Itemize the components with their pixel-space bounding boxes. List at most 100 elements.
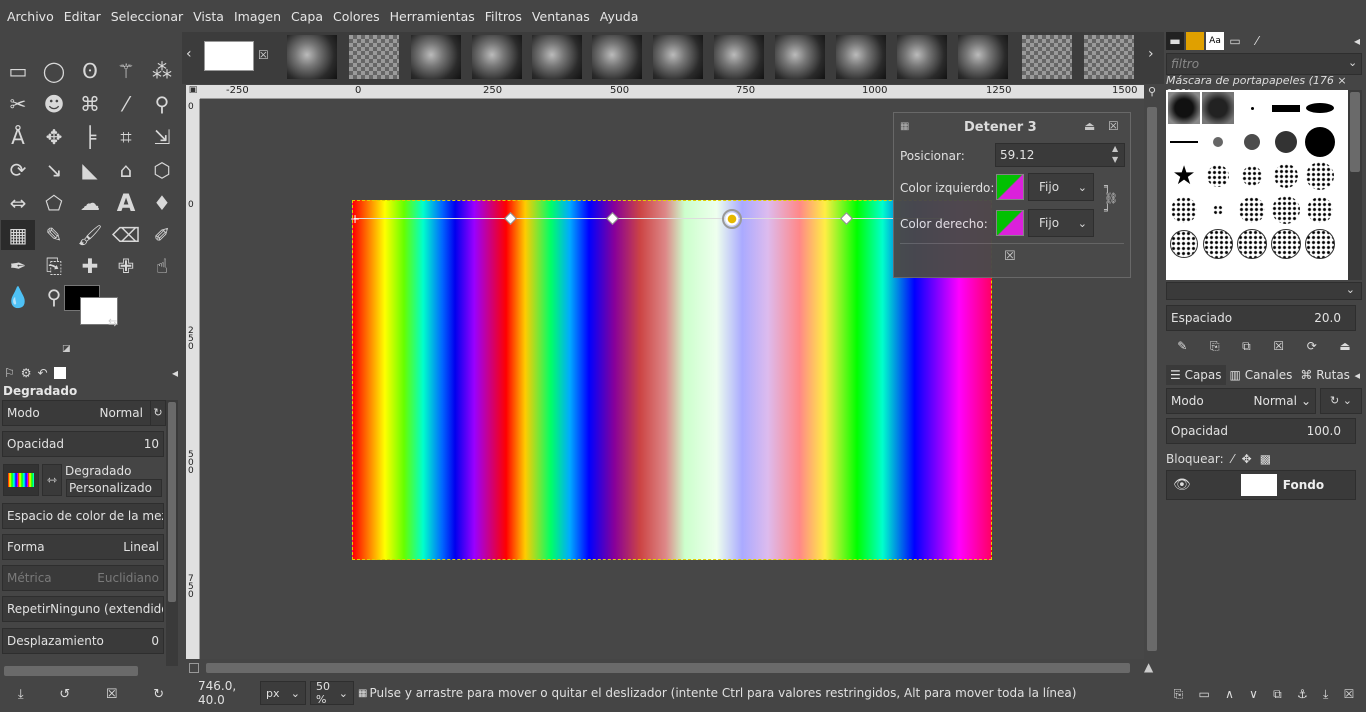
image-thumb[interactable] [1084, 35, 1134, 79]
shape-row[interactable]: Forma Lineal [2, 534, 164, 560]
offset-row[interactable]: Desplazamiento 0 [2, 628, 164, 654]
brush-item[interactable] [1236, 92, 1268, 124]
menu-ventanas[interactable]: Ventanas [527, 9, 595, 24]
right-mode-select[interactable]: Fijo ⌄ [1028, 209, 1094, 237]
menu-editar[interactable]: Editar [59, 9, 106, 24]
gradient-preview[interactable] [3, 464, 39, 496]
image-thumb[interactable] [349, 35, 399, 79]
image-thumb[interactable] [1022, 35, 1072, 79]
brush-item[interactable] [1168, 194, 1200, 226]
brush-item[interactable] [1270, 228, 1302, 260]
fonts-tab-icon[interactable]: Aa [1206, 32, 1224, 50]
ink-icon[interactable]: ✒ [1, 251, 35, 281]
brush-item[interactable] [1304, 92, 1336, 124]
brush-item[interactable] [1202, 126, 1234, 158]
brushes-tab-icon[interactable]: ▬ [1166, 32, 1184, 50]
left-color-swatch[interactable] [996, 174, 1024, 200]
blend-space-row[interactable]: Espacio de color de la mezcla ... [2, 503, 164, 529]
perspective-clone-icon[interactable]: ✙ [109, 251, 143, 281]
tabs-left-arrow-icon[interactable]: ‹ [186, 46, 192, 62]
image-thumb[interactable] [653, 35, 703, 79]
delete-preset-icon[interactable]: ☒ [106, 687, 118, 702]
reset-mode-icon[interactable]: ↻ [150, 400, 166, 426]
tab-rutas[interactable]: ⌘ Rutas [1296, 365, 1354, 385]
menu-filtros[interactable]: Filtros [480, 9, 527, 24]
shape-value[interactable]: Lineal [123, 540, 159, 554]
zoom-icon[interactable]: ⚲ [145, 89, 179, 119]
clone-icon[interactable]: ⎘ [37, 251, 71, 281]
anchor-layer-icon[interactable]: ⚓ [1297, 687, 1308, 701]
open-brush-icon[interactable]: ⏏ [1339, 339, 1350, 353]
menu-ayuda[interactable]: Ayuda [595, 9, 644, 24]
lower-layer-icon[interactable]: ∨ [1249, 687, 1258, 701]
brush-item[interactable] [1168, 126, 1200, 158]
mode-row[interactable]: Modo Normal ⌄ [2, 400, 164, 426]
paintbrush-icon[interactable]: 🖌 [73, 220, 107, 250]
align-icon[interactable]: ╞ [73, 122, 107, 152]
brush-clipboard-image[interactable] [1202, 92, 1234, 124]
brush-item[interactable] [1168, 228, 1200, 260]
layer-composite-icon[interactable]: ↻ ⌄ [1320, 388, 1362, 414]
handle-transform-icon[interactable]: ⇔ [1, 188, 35, 218]
navigate-icon[interactable]: ▲ [1144, 660, 1153, 674]
brush-item[interactable] [1304, 126, 1336, 158]
airbrush-icon[interactable]: ✐ [145, 220, 179, 250]
move-icon[interactable]: ✥ [37, 122, 71, 152]
spin-arrows-icon[interactable]: ▲ ▼ [1112, 143, 1118, 165]
brush-item[interactable] [1236, 194, 1268, 226]
gradient-line[interactable] [354, 218, 944, 219]
chevron-down-icon[interactable]: ⌄ [1348, 56, 1357, 69]
tab-canales[interactable]: ▥ Canales [1226, 365, 1297, 385]
brush-item[interactable] [1202, 194, 1234, 226]
scissors-icon[interactable]: ✂ [1, 89, 35, 119]
vertical-scrollbar[interactable] [1144, 99, 1160, 659]
image-thumb[interactable] [532, 35, 582, 79]
horizontal-ruler[interactable]: -250 0 250 500 750 1000 1250 1500 [200, 85, 1144, 99]
close-icon[interactable]: ☒ [1108, 119, 1119, 133]
undo-history-tab-icon[interactable]: ↶ [38, 366, 48, 380]
brush-item[interactable] [1270, 92, 1302, 124]
paths-icon[interactable]: ⌘ [73, 89, 107, 119]
measure-icon[interactable]: Å [1, 122, 35, 152]
menu-herramientas[interactable]: Herramientas [385, 9, 480, 24]
gradient-stop-selected[interactable] [722, 209, 742, 229]
ruler-corner-icon[interactable]: ▣ [186, 85, 200, 99]
blur-icon[interactable]: 💧 [1, 282, 35, 312]
position-field[interactable]: 59.12 [995, 143, 1125, 167]
default-colors-icon[interactable]: ◪ [62, 344, 71, 354]
brush-item[interactable] [1236, 228, 1268, 260]
fuzzy-select-icon[interactable]: ⚚ [109, 56, 143, 86]
brush-item[interactable] [1236, 126, 1268, 158]
flip-icon[interactable]: ◣ [73, 155, 107, 185]
new-brush-icon[interactable]: ⎘ [1210, 339, 1220, 354]
delete-stop-icon[interactable]: ☒ [1004, 249, 1016, 264]
delete-layer-icon[interactable]: ☒ [1344, 687, 1355, 701]
close-image-icon[interactable]: ☒ [258, 48, 269, 62]
layer-mode-value[interactable]: Normal [1254, 394, 1297, 408]
image-thumb[interactable] [287, 35, 337, 79]
zoom-select[interactable]: 50 % ⌄ [310, 680, 354, 706]
image-thumb[interactable] [472, 35, 522, 79]
left-mode-select[interactable]: Fijo ⌄ [1028, 173, 1094, 201]
save-preset-icon[interactable]: ⤓ [18, 687, 24, 702]
unit-select[interactable]: px ⌄ [260, 681, 306, 705]
zoom-toggle-icon[interactable]: ⚲ [1144, 85, 1160, 99]
edit-brush-icon[interactable]: ✎ [1177, 339, 1187, 353]
brush-item[interactable] [1304, 194, 1336, 226]
lock-pixels-icon[interactable]: ⁄ [1232, 452, 1234, 466]
free-select-icon[interactable]: ʘ [73, 56, 107, 86]
layer-opacity-row[interactable]: Opacidad 100.0 [1166, 418, 1356, 444]
gradient-icon[interactable]: ▦ [1, 220, 35, 250]
offset-value[interactable]: 0 [151, 634, 159, 648]
color-picker-icon[interactable]: ⁄ [109, 89, 143, 119]
menu-capa[interactable]: Capa [286, 9, 328, 24]
dock-menu-icon[interactable]: ◂ [1354, 369, 1360, 382]
gradient-start-handle[interactable]: + [350, 212, 360, 226]
cage-icon[interactable]: ⬡ [145, 155, 179, 185]
brush-filter-input[interactable]: filtro [1166, 53, 1362, 75]
duplicate-brush-icon[interactable]: ⧉ [1242, 339, 1251, 354]
mode-value[interactable]: Normal [100, 406, 143, 420]
menu-imagen[interactable]: Imagen [229, 9, 286, 24]
image-thumb[interactable] [411, 35, 461, 79]
duplicate-layer-icon[interactable]: ⧉ [1273, 687, 1282, 702]
